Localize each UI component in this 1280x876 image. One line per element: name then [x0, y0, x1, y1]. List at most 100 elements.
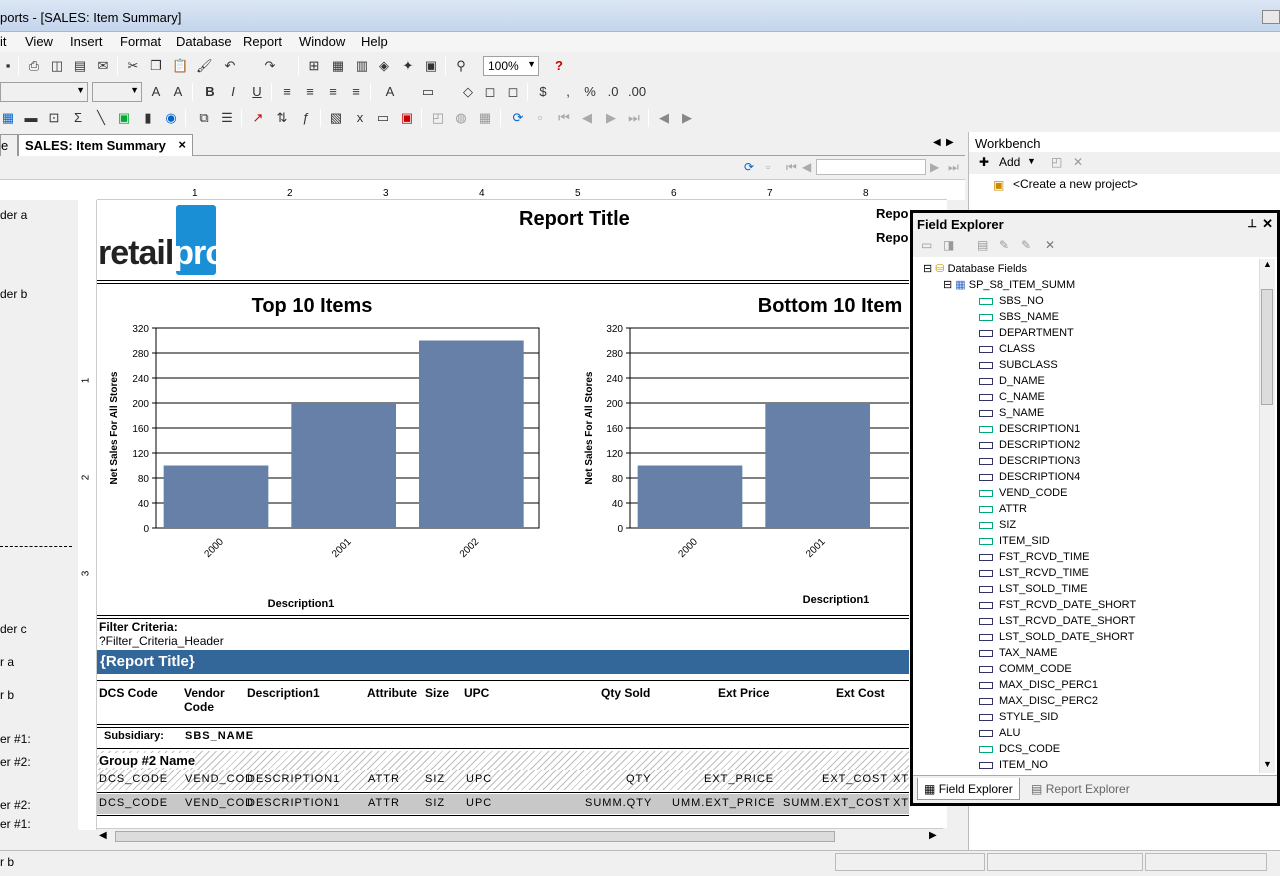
menu-database[interactable]: Database: [176, 34, 232, 49]
column-header-ext-cost[interactable]: Ext Cost: [836, 686, 885, 700]
group2-name-field[interactable]: Group #2 Name: [99, 753, 196, 768]
collapse-icon[interactable]: ⊟: [923, 263, 932, 275]
field-item[interactable]: DEPARTMENT: [979, 325, 1074, 341]
align-right-icon[interactable]: ≡: [325, 84, 341, 100]
insert-summary-icon[interactable]: Σ: [70, 110, 86, 126]
field-item[interactable]: DCS_CODE: [979, 741, 1060, 757]
insert-chart-icon[interactable]: ▮: [140, 110, 156, 126]
delete-icon[interactable]: ✕: [1073, 155, 1083, 169]
menu-view[interactable]: View: [25, 34, 53, 49]
group-tree-icon[interactable]: ⊞: [306, 58, 322, 74]
next-page-icon[interactable]: ▶: [603, 110, 619, 126]
section-label[interactable]: der a: [0, 208, 27, 222]
add-icon[interactable]: ✚: [979, 155, 989, 169]
summary-field-dcs-code[interactable]: DCS_CODE: [99, 797, 168, 809]
decrease-decimal-icon[interactable]: .00: [628, 84, 646, 100]
detail-field-siz[interactable]: SIZ: [425, 773, 445, 785]
summary-field-truncated[interactable]: XT: [893, 797, 909, 809]
detail-field-truncated[interactable]: XT: [893, 773, 909, 785]
new-icon[interactable]: ▤: [977, 238, 988, 252]
field-item[interactable]: DESCRIPTION4: [979, 469, 1080, 485]
field-item[interactable]: DESCRIPTION3: [979, 453, 1080, 469]
section-label[interactable]: er #2:: [0, 798, 31, 812]
border-icon[interactable]: ▭: [420, 84, 436, 100]
field-item[interactable]: MAX_DISC_PERC2: [979, 693, 1098, 709]
find-icon[interactable]: ⚲: [453, 58, 469, 74]
forward-icon[interactable]: ▶: [679, 110, 695, 126]
scroll-up-icon[interactable]: ▲: [1263, 259, 1272, 269]
field-item[interactable]: D_NAME: [979, 373, 1045, 389]
column-header-ext-price[interactable]: Ext Price: [718, 686, 769, 700]
refresh-icon[interactable]: ▤: [72, 58, 88, 74]
report-title[interactable]: Report Title: [519, 208, 630, 231]
field-item[interactable]: S_NAME: [979, 405, 1044, 421]
bold-icon[interactable]: B: [202, 84, 218, 100]
field-item[interactable]: VEND_CODE: [979, 485, 1067, 501]
edit-icon[interactable]: ✎: [999, 238, 1009, 252]
field-item[interactable]: ITEM_NO: [979, 757, 1048, 773]
tab-scroll-left-icon[interactable]: ◀: [933, 137, 941, 148]
menu-format[interactable]: Format: [120, 34, 161, 49]
options-icon[interactable]: ▦: [477, 110, 493, 126]
zoom-select[interactable]: 100% ▼: [483, 56, 539, 76]
browse-icon[interactable]: ◨: [943, 238, 954, 252]
summary-field-upc[interactable]: UPC: [466, 797, 492, 809]
collapse-icon[interactable]: ⊟: [943, 279, 952, 291]
percent-icon[interactable]: %: [582, 84, 598, 100]
tab-field-explorer[interactable]: ▦ Field Explorer: [917, 778, 1020, 800]
lock-size-icon[interactable]: ◻: [505, 84, 521, 100]
highlight-icon[interactable]: ◰: [430, 110, 446, 126]
field-explorer-icon[interactable]: ▦: [330, 58, 346, 74]
column-header-description1[interactable]: Description1: [247, 686, 320, 700]
scrollbar-thumb[interactable]: [1261, 289, 1273, 405]
detail-field-attr[interactable]: ATTR: [368, 773, 400, 785]
toolbox-icon[interactable]: ✦: [400, 58, 416, 74]
tree-table-node[interactable]: ⊟ ▦ SP_S8_ITEM_SUMM: [943, 277, 1075, 293]
first-page-icon[interactable]: ⏮: [786, 160, 797, 175]
chevron-down-icon[interactable]: ▼: [1027, 156, 1036, 166]
delete-icon[interactable]: ✕: [1045, 238, 1055, 252]
next-page-icon[interactable]: ▶: [930, 160, 939, 174]
menu-edit[interactable]: it: [0, 34, 7, 49]
justify-icon[interactable]: ≡: [348, 84, 364, 100]
format-painter-icon[interactable]: 🖌: [196, 58, 213, 74]
scroll-right-icon[interactable]: ▶: [929, 830, 937, 841]
field-item[interactable]: FST_RCVD_TIME: [979, 549, 1089, 565]
detail-field-vend-code[interactable]: VEND_COD: [185, 773, 254, 785]
field-tree-scrollbar[interactable]: ▲ ▼: [1259, 259, 1275, 773]
detail-field-ext-price[interactable]: EXT_PRICE: [704, 773, 774, 785]
insert-field-icon[interactable]: ▦: [0, 110, 16, 126]
section-label[interactable]: er #1:: [0, 732, 31, 746]
insert-text-icon[interactable]: ▬: [23, 110, 39, 126]
italic-icon[interactable]: I: [225, 84, 241, 100]
prev-page-icon[interactable]: ◀: [802, 160, 811, 174]
summary-field-vend-code[interactable]: VEND_COD: [185, 797, 254, 809]
field-item[interactable]: LST_SOLD_DATE_SHORT: [979, 629, 1134, 645]
field-item[interactable]: SBS_NAME: [979, 309, 1059, 325]
help-icon[interactable]: ?: [551, 58, 567, 74]
field-item[interactable]: STYLE_SID: [979, 709, 1058, 725]
field-item[interactable]: DESCRIPTION1: [979, 421, 1080, 437]
hyperlink-icon[interactable]: ◍: [453, 110, 469, 126]
filter-criteria-label[interactable]: Filter Criteria:: [99, 620, 178, 634]
pin-icon[interactable]: ⊥: [1247, 217, 1257, 230]
column-header-attribute[interactable]: Attribute: [367, 686, 417, 700]
refresh-data-icon[interactable]: ⟳: [510, 110, 526, 126]
field-item[interactable]: ATTR: [979, 501, 1027, 517]
undo-icon[interactable]: ↶: [222, 58, 238, 74]
column-header-dcs-code[interactable]: DCS Code: [99, 686, 158, 700]
scrollbar-thumb[interactable]: [115, 831, 835, 842]
database-expert-icon[interactable]: ▭: [375, 110, 391, 126]
tree-root-database-fields[interactable]: ⊟ ⛁ Database Fields: [923, 261, 1027, 277]
formula-workshop-icon[interactable]: x: [352, 110, 368, 126]
insert-line-icon[interactable]: ╲: [93, 110, 109, 126]
summary-field-attr[interactable]: ATTR: [368, 797, 400, 809]
subsidiary-field[interactable]: SBS_NAME: [185, 730, 254, 742]
currency-icon[interactable]: $: [535, 84, 551, 100]
repository-icon[interactable]: ◈: [376, 58, 392, 74]
first-page-icon[interactable]: ⏮: [556, 110, 572, 126]
field-item[interactable]: C_NAME: [979, 389, 1045, 405]
stop-icon[interactable]: ▣: [399, 110, 415, 126]
field-item[interactable]: ALU: [979, 725, 1020, 741]
report-title-band[interactable]: {Report Title}: [97, 650, 909, 674]
